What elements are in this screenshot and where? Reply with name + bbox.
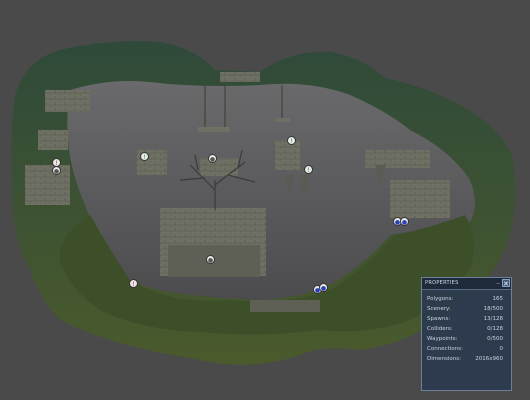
prop-label: Spawns: [427,316,451,322]
prop-label: Connections: [427,346,463,352]
prop-value: 13/128 [483,316,503,322]
spawn-marker[interactable]: ● [400,217,409,226]
prop-label: Colliders: [427,326,453,332]
prop-value: 0/500 [487,336,503,342]
prop-row-polygons: Polygons: 165 [427,295,503,303]
prop-row-connections: Connections: 0 [427,345,503,353]
prop-row-colliders: Colliders: 0/128 [427,325,503,333]
spawn-marker[interactable]: ! [287,136,296,145]
stone-block-right-mid [390,180,450,218]
prop-label: Scenery: [427,306,451,312]
prop-value: 2016x960 [475,356,503,362]
stone-block-right-upper [365,150,430,168]
minimize-icon[interactable]: – [496,278,500,289]
prop-value: 0 [499,346,504,352]
spawn-marker[interactable]: ● [319,283,328,292]
prop-value: 0/128 [487,326,503,332]
prop-row-waypoints: Waypoints: 0/500 [427,335,503,343]
prop-row-spawns: Spawns: 13/128 [427,315,503,323]
prop-label: Polygons: [427,296,454,302]
spawn-marker[interactable]: ! [129,279,138,288]
spawn-marker[interactable]: ! [304,165,313,174]
spawn-marker[interactable]: ● [206,255,215,264]
spawn-marker[interactable]: ● [208,154,217,163]
properties-panel-title[interactable]: Properties – ✕ [422,278,511,290]
spawn-marker[interactable]: ● [52,166,61,175]
prop-value: 165 [492,296,504,302]
stone-block-left-upper [45,90,90,112]
hanging-platform [276,118,290,122]
stone-bridge-top [220,72,260,82]
stone-block-left-mid [38,130,68,150]
prop-row-scenery: Scenery: 18/500 [427,305,503,313]
stone-pillar-right [275,140,300,170]
properties-title-text: Properties [425,280,459,286]
prop-value: 18/500 [483,306,503,312]
stone-ledge-bottom [250,300,320,312]
prop-label: Waypoints: [427,336,458,342]
close-icon[interactable]: ✕ [502,279,510,288]
spawn-marker[interactable]: ! [140,152,149,161]
prop-row-dimensions: Dimensions: 2016x960 [427,355,503,363]
stone-block-left-lower [25,165,70,205]
hanging-platform [198,127,230,132]
properties-panel[interactable]: Properties – ✕ Polygons: 165 Scenery: 18… [421,277,512,391]
stone-platform-center [200,158,238,176]
prop-label: Dimensions: [427,356,461,362]
